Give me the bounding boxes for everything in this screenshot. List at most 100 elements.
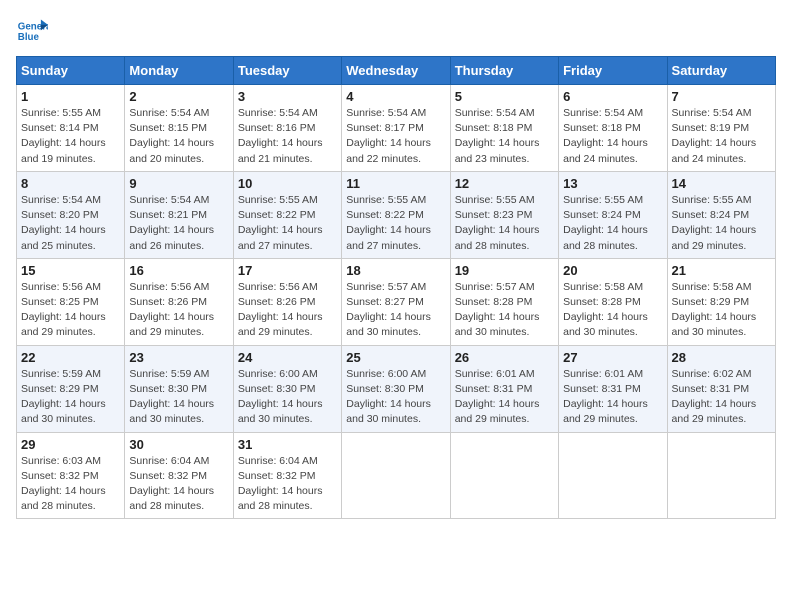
calendar-cell: 2 Sunrise: 5:54 AMSunset: 8:15 PMDayligh… xyxy=(125,85,233,172)
day-number: 9 xyxy=(129,176,228,191)
day-info: Sunrise: 5:54 AMSunset: 8:19 PMDaylight:… xyxy=(672,106,771,167)
calendar-cell: 15 Sunrise: 5:56 AMSunset: 8:25 PMDaylig… xyxy=(17,258,125,345)
calendar-cell: 23 Sunrise: 5:59 AMSunset: 8:30 PMDaylig… xyxy=(125,345,233,432)
day-number: 1 xyxy=(21,89,120,104)
calendar-week-row: 15 Sunrise: 5:56 AMSunset: 8:25 PMDaylig… xyxy=(17,258,776,345)
day-number: 5 xyxy=(455,89,554,104)
day-info: Sunrise: 5:59 AMSunset: 8:30 PMDaylight:… xyxy=(129,367,228,428)
calendar-cell: 21 Sunrise: 5:58 AMSunset: 8:29 PMDaylig… xyxy=(667,258,775,345)
calendar-cell: 10 Sunrise: 5:55 AMSunset: 8:22 PMDaylig… xyxy=(233,171,341,258)
calendar-cell: 4 Sunrise: 5:54 AMSunset: 8:17 PMDayligh… xyxy=(342,85,450,172)
svg-text:Blue: Blue xyxy=(18,32,40,43)
day-number: 13 xyxy=(563,176,662,191)
day-number: 20 xyxy=(563,263,662,278)
calendar-week-row: 29 Sunrise: 6:03 AMSunset: 8:32 PMDaylig… xyxy=(17,432,776,519)
day-info: Sunrise: 5:56 AMSunset: 8:25 PMDaylight:… xyxy=(21,280,120,341)
day-info: Sunrise: 5:55 AMSunset: 8:22 PMDaylight:… xyxy=(238,193,337,254)
day-number: 28 xyxy=(672,350,771,365)
day-info: Sunrise: 5:54 AMSunset: 8:20 PMDaylight:… xyxy=(21,193,120,254)
calendar-cell: 31 Sunrise: 6:04 AMSunset: 8:32 PMDaylig… xyxy=(233,432,341,519)
day-info: Sunrise: 6:01 AMSunset: 8:31 PMDaylight:… xyxy=(455,367,554,428)
day-info: Sunrise: 5:54 AMSunset: 8:15 PMDaylight:… xyxy=(129,106,228,167)
day-info: Sunrise: 5:55 AMSunset: 8:24 PMDaylight:… xyxy=(672,193,771,254)
calendar-cell: 25 Sunrise: 6:00 AMSunset: 8:30 PMDaylig… xyxy=(342,345,450,432)
day-info: Sunrise: 5:57 AMSunset: 8:27 PMDaylight:… xyxy=(346,280,445,341)
calendar-week-row: 22 Sunrise: 5:59 AMSunset: 8:29 PMDaylig… xyxy=(17,345,776,432)
day-number: 15 xyxy=(21,263,120,278)
logo-icon: General Blue xyxy=(16,16,48,48)
day-number: 4 xyxy=(346,89,445,104)
day-info: Sunrise: 5:55 AMSunset: 8:23 PMDaylight:… xyxy=(455,193,554,254)
calendar-cell: 27 Sunrise: 6:01 AMSunset: 8:31 PMDaylig… xyxy=(559,345,667,432)
day-number: 2 xyxy=(129,89,228,104)
calendar-cell: 24 Sunrise: 6:00 AMSunset: 8:30 PMDaylig… xyxy=(233,345,341,432)
day-info: Sunrise: 5:56 AMSunset: 8:26 PMDaylight:… xyxy=(129,280,228,341)
calendar-cell: 5 Sunrise: 5:54 AMSunset: 8:18 PMDayligh… xyxy=(450,85,558,172)
day-info: Sunrise: 5:54 AMSunset: 8:17 PMDaylight:… xyxy=(346,106,445,167)
day-number: 11 xyxy=(346,176,445,191)
day-number: 21 xyxy=(672,263,771,278)
day-number: 19 xyxy=(455,263,554,278)
day-info: Sunrise: 5:56 AMSunset: 8:26 PMDaylight:… xyxy=(238,280,337,341)
day-number: 25 xyxy=(346,350,445,365)
day-number: 6 xyxy=(563,89,662,104)
calendar-cell: 26 Sunrise: 6:01 AMSunset: 8:31 PMDaylig… xyxy=(450,345,558,432)
day-number: 8 xyxy=(21,176,120,191)
calendar-cell: 28 Sunrise: 6:02 AMSunset: 8:31 PMDaylig… xyxy=(667,345,775,432)
day-info: Sunrise: 5:58 AMSunset: 8:28 PMDaylight:… xyxy=(563,280,662,341)
day-info: Sunrise: 5:54 AMSunset: 8:18 PMDaylight:… xyxy=(563,106,662,167)
calendar-cell: 18 Sunrise: 5:57 AMSunset: 8:27 PMDaylig… xyxy=(342,258,450,345)
calendar-cell: 8 Sunrise: 5:54 AMSunset: 8:20 PMDayligh… xyxy=(17,171,125,258)
calendar-cell: 11 Sunrise: 5:55 AMSunset: 8:22 PMDaylig… xyxy=(342,171,450,258)
day-info: Sunrise: 6:04 AMSunset: 8:32 PMDaylight:… xyxy=(129,454,228,515)
calendar-cell xyxy=(559,432,667,519)
header: General Blue xyxy=(16,16,776,48)
day-info: Sunrise: 5:58 AMSunset: 8:29 PMDaylight:… xyxy=(672,280,771,341)
day-number: 18 xyxy=(346,263,445,278)
day-number: 22 xyxy=(21,350,120,365)
day-number: 3 xyxy=(238,89,337,104)
calendar-cell: 3 Sunrise: 5:54 AMSunset: 8:16 PMDayligh… xyxy=(233,85,341,172)
calendar-cell: 14 Sunrise: 5:55 AMSunset: 8:24 PMDaylig… xyxy=(667,171,775,258)
calendar-cell: 9 Sunrise: 5:54 AMSunset: 8:21 PMDayligh… xyxy=(125,171,233,258)
day-info: Sunrise: 5:55 AMSunset: 8:24 PMDaylight:… xyxy=(563,193,662,254)
calendar-cell: 20 Sunrise: 5:58 AMSunset: 8:28 PMDaylig… xyxy=(559,258,667,345)
day-info: Sunrise: 6:00 AMSunset: 8:30 PMDaylight:… xyxy=(238,367,337,428)
day-number: 27 xyxy=(563,350,662,365)
day-number: 24 xyxy=(238,350,337,365)
day-info: Sunrise: 5:54 AMSunset: 8:18 PMDaylight:… xyxy=(455,106,554,167)
calendar-cell: 6 Sunrise: 5:54 AMSunset: 8:18 PMDayligh… xyxy=(559,85,667,172)
calendar-cell: 12 Sunrise: 5:55 AMSunset: 8:23 PMDaylig… xyxy=(450,171,558,258)
day-info: Sunrise: 6:03 AMSunset: 8:32 PMDaylight:… xyxy=(21,454,120,515)
calendar-cell xyxy=(450,432,558,519)
day-info: Sunrise: 5:59 AMSunset: 8:29 PMDaylight:… xyxy=(21,367,120,428)
day-number: 14 xyxy=(672,176,771,191)
day-info: Sunrise: 5:55 AMSunset: 8:14 PMDaylight:… xyxy=(21,106,120,167)
day-number: 31 xyxy=(238,437,337,452)
day-info: Sunrise: 6:04 AMSunset: 8:32 PMDaylight:… xyxy=(238,454,337,515)
day-number: 26 xyxy=(455,350,554,365)
calendar-cell: 19 Sunrise: 5:57 AMSunset: 8:28 PMDaylig… xyxy=(450,258,558,345)
day-number: 29 xyxy=(21,437,120,452)
day-info: Sunrise: 5:55 AMSunset: 8:22 PMDaylight:… xyxy=(346,193,445,254)
column-header-wednesday: Wednesday xyxy=(342,57,450,85)
calendar-cell: 29 Sunrise: 6:03 AMSunset: 8:32 PMDaylig… xyxy=(17,432,125,519)
day-info: Sunrise: 5:54 AMSunset: 8:21 PMDaylight:… xyxy=(129,193,228,254)
day-number: 23 xyxy=(129,350,228,365)
calendar-cell: 17 Sunrise: 5:56 AMSunset: 8:26 PMDaylig… xyxy=(233,258,341,345)
calendar-cell xyxy=(342,432,450,519)
day-number: 30 xyxy=(129,437,228,452)
column-header-sunday: Sunday xyxy=(17,57,125,85)
calendar-header-row: SundayMondayTuesdayWednesdayThursdayFrid… xyxy=(17,57,776,85)
day-number: 7 xyxy=(672,89,771,104)
calendar-cell: 1 Sunrise: 5:55 AMSunset: 8:14 PMDayligh… xyxy=(17,85,125,172)
column-header-tuesday: Tuesday xyxy=(233,57,341,85)
day-info: Sunrise: 6:00 AMSunset: 8:30 PMDaylight:… xyxy=(346,367,445,428)
day-number: 12 xyxy=(455,176,554,191)
calendar-cell: 22 Sunrise: 5:59 AMSunset: 8:29 PMDaylig… xyxy=(17,345,125,432)
calendar-cell: 7 Sunrise: 5:54 AMSunset: 8:19 PMDayligh… xyxy=(667,85,775,172)
calendar-cell xyxy=(667,432,775,519)
column-header-monday: Monday xyxy=(125,57,233,85)
calendar-week-row: 1 Sunrise: 5:55 AMSunset: 8:14 PMDayligh… xyxy=(17,85,776,172)
column-header-friday: Friday xyxy=(559,57,667,85)
